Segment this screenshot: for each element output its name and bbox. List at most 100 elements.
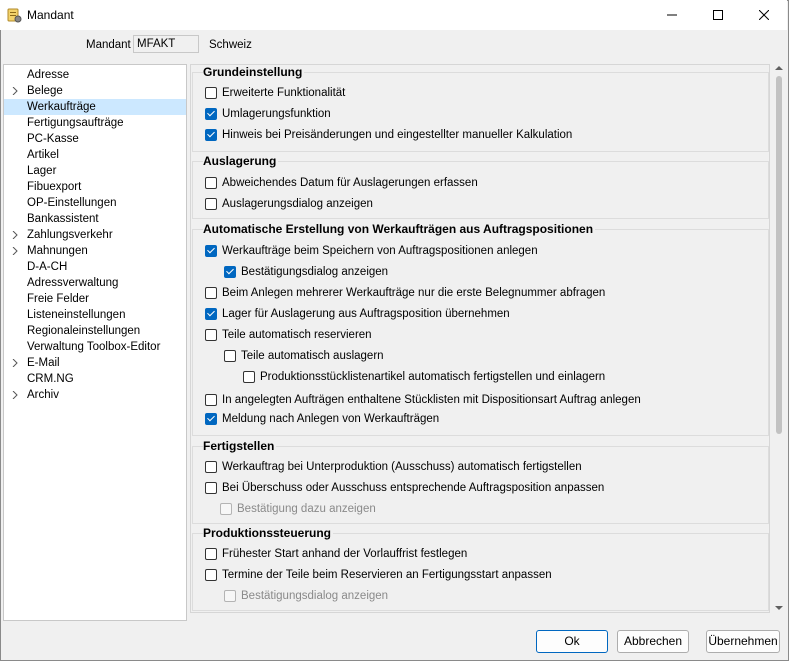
checkbox-label: Termine der Teile beim Reservieren an Fe… <box>222 569 552 581</box>
checkbox-box[interactable] <box>205 198 217 210</box>
sidebar-item-adresse[interactable]: Adresse <box>4 67 186 83</box>
mandant-name: Schweiz <box>209 39 252 51</box>
chevron-right-icon[interactable] <box>11 247 19 255</box>
mandant-label: Mandant <box>86 39 131 51</box>
minimize-button[interactable] <box>649 0 695 30</box>
sidebar-item-label: Lager <box>27 165 57 177</box>
checkbox-ueberschuss-ausschuss[interactable]: Bei Überschuss oder Ausschuss entspreche… <box>205 481 604 495</box>
checkbox-produktionsstuecklisten[interactable]: Produktionsstücklistenartikel automatisc… <box>243 370 605 384</box>
close-button[interactable] <box>741 0 787 30</box>
apply-button[interactable]: Übernehmen <box>706 630 780 653</box>
checkbox-hinweis-preisaenderungen[interactable]: Hinweis bei Preisänderungen und eingeste… <box>205 128 572 142</box>
chevron-right-icon[interactable] <box>11 359 19 367</box>
cancel-button[interactable]: Abbrechen <box>617 630 689 653</box>
checkbox-box[interactable] <box>224 350 236 362</box>
sidebar-item-bankassistent[interactable]: Bankassistent <box>4 211 186 227</box>
sidebar-item-archiv[interactable]: Archiv <box>4 387 186 403</box>
scrollbar-thumb[interactable] <box>776 76 782 434</box>
sidebar-item-label: Fibuexport <box>27 181 82 193</box>
sidebar-item-label: Archiv <box>27 389 59 401</box>
sidebar-item-label: Artikel <box>27 149 59 161</box>
sidebar-item-label: OP-Einstellungen <box>27 197 117 209</box>
checkbox-box[interactable] <box>205 287 217 299</box>
group-title: Grundeinstellung <box>203 65 305 79</box>
checkbox-abweichendes-datum[interactable]: Abweichendes Datum für Auslagerungen erf… <box>205 176 478 190</box>
chevron-right-icon[interactable] <box>11 231 19 239</box>
checkbox-teile-auslagern[interactable]: Teile automatisch auslagern <box>224 349 384 363</box>
sidebar-item-label: Belege <box>27 85 63 97</box>
sidebar-item-fertigungsauftraege[interactable]: Fertigungsaufträge <box>4 115 186 131</box>
checkbox-label: Werkauftrag bei Unterproduktion (Ausschu… <box>222 461 582 473</box>
checkbox-box[interactable] <box>205 129 217 141</box>
mandant-code-field: MFAKT <box>133 35 199 53</box>
checkbox-box[interactable] <box>205 413 217 425</box>
checkbox-box[interactable] <box>205 569 217 581</box>
sidebar-item-label: CRM.NG <box>27 373 74 385</box>
sidebar-item-werkauftraege[interactable]: Werkaufträge <box>4 99 186 115</box>
sidebar-item-mahnungen[interactable]: Mahnungen <box>4 243 186 259</box>
app-icon <box>7 8 22 23</box>
sidebar-item-fibuexport[interactable]: Fibuexport <box>4 179 186 195</box>
checkbox-box[interactable] <box>205 108 217 120</box>
checkbox-label: Teile automatisch auslagern <box>241 350 384 362</box>
sidebar-item-label: Adresse <box>27 69 70 81</box>
sidebar-item-listeneinstellungen[interactable]: Listeneinstellungen <box>4 307 186 323</box>
sidebar-item-artikel[interactable]: Artikel <box>4 147 186 163</box>
scroll-up-icon[interactable] <box>775 66 783 70</box>
sidebar-item-d-a-ch[interactable]: D-A-CH <box>4 259 186 275</box>
sidebar-item-belege[interactable]: Belege <box>4 83 186 99</box>
ok-button[interactable]: Ok <box>536 630 608 653</box>
sidebar-item-regionaleinstellungen[interactable]: Regionaleinstellungen <box>4 323 186 339</box>
sidebar-item-adressverwaltung[interactable]: Adressverwaltung <box>4 275 186 291</box>
checkbox-fruehester-start[interactable]: Frühester Start anhand der Vorlauffrist … <box>205 547 467 561</box>
checkbox-label: Bestätigungsdialog anzeigen <box>241 266 389 278</box>
sidebar-item-op-einstellungen[interactable]: OP-Einstellungen <box>4 195 186 211</box>
checkbox-lager-uebernehmen[interactable]: Lager für Auslagerung aus Auftragspositi… <box>205 307 510 321</box>
sidebar-item-label: Verwaltung Toolbox-Editor <box>27 341 161 353</box>
checkbox-label: Werkaufträge beim Speichern von Auftrags… <box>222 245 538 257</box>
sidebar-item-lager[interactable]: Lager <box>4 163 186 179</box>
checkbox-label: Umlagerungsfunktion <box>222 108 331 120</box>
checkbox-werkauftraege-speichern[interactable]: Werkaufträge beim Speichern von Auftrags… <box>205 244 538 258</box>
sidebar-item-label: Werkaufträge <box>27 101 96 113</box>
sidebar-item-pc-kasse[interactable]: PC-Kasse <box>4 131 186 147</box>
chevron-right-icon[interactable] <box>11 391 19 399</box>
checkbox-box[interactable] <box>224 266 236 278</box>
sidebar-item-label: E-Mail <box>27 357 60 369</box>
checkbox-stuecklisten-dispositionsart[interactable]: In angelegten Aufträgen enthaltene Stück… <box>205 393 641 407</box>
checkbox-auslagerungsdialog[interactable]: Auslagerungsdialog anzeigen <box>205 197 373 211</box>
checkbox-label: Produktionsstücklistenartikel automatisc… <box>260 371 606 383</box>
checkbox-bestaetigung-dazu: Bestätigung dazu anzeigen <box>220 502 376 516</box>
checkbox-box[interactable] <box>205 245 217 257</box>
chevron-right-icon[interactable] <box>11 87 19 95</box>
checkbox-erste-belegnummer[interactable]: Beim Anlegen mehrerer Werkaufträge nur d… <box>205 286 605 300</box>
sidebar-item-label: Adressverwaltung <box>27 277 119 289</box>
checkbox-erweiterte-funktionalitaet[interactable]: Erweiterte Funktionalität <box>205 86 345 100</box>
checkbox-box[interactable] <box>205 329 217 341</box>
checkbox-box[interactable] <box>205 308 217 320</box>
checkbox-box[interactable] <box>205 177 217 189</box>
checkbox-box[interactable] <box>205 87 217 99</box>
checkbox-box[interactable] <box>205 548 217 560</box>
checkbox-unterproduktion[interactable]: Werkauftrag bei Unterproduktion (Ausschu… <box>205 460 582 474</box>
checkbox-box[interactable] <box>243 371 255 383</box>
sidebar-item-zahlungsverkehr[interactable]: Zahlungsverkehr <box>4 227 186 243</box>
maximize-button[interactable] <box>695 0 741 30</box>
sidebar-item-e-mail[interactable]: E-Mail <box>4 355 186 371</box>
group-title: Automatische Erstellung von Werkaufträge… <box>203 222 596 236</box>
checkbox-box[interactable] <box>205 482 217 494</box>
checkbox-termine-fertigungsstart[interactable]: Termine der Teile beim Reservieren an Fe… <box>205 568 552 582</box>
checkbox-teile-reservieren[interactable]: Teile automatisch reservieren <box>205 328 372 342</box>
checkbox-bestaetigungsdialog[interactable]: Bestätigungsdialog anzeigen <box>224 265 388 279</box>
settings-navigation-tree[interactable]: Adresse Belege Werkaufträge Fertigungsau… <box>3 64 187 621</box>
checkbox-box[interactable] <box>205 461 217 473</box>
checkbox-meldung-werkauftraege[interactable]: Meldung nach Anlegen von Werkaufträgen <box>205 412 439 426</box>
sidebar-item-label: Freie Felder <box>27 293 89 305</box>
checkbox-box[interactable] <box>205 394 217 406</box>
sidebar-item-verwaltung-toolbox-editor[interactable]: Verwaltung Toolbox-Editor <box>4 339 186 355</box>
checkbox-umlagerungsfunktion[interactable]: Umlagerungsfunktion <box>205 107 331 121</box>
sidebar-item-crm-ng[interactable]: CRM.NG <box>4 371 186 387</box>
scroll-down-icon[interactable] <box>775 606 783 610</box>
checkbox-label: Bei Überschuss oder Ausschuss entspreche… <box>222 482 605 494</box>
sidebar-item-freie-felder[interactable]: Freie Felder <box>4 291 186 307</box>
